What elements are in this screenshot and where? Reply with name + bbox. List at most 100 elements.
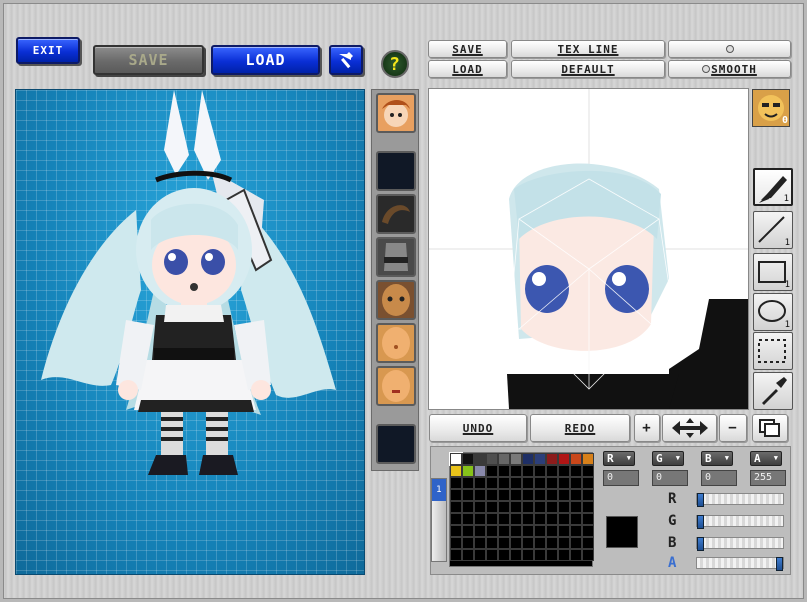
palette-cell[interactable] — [498, 501, 510, 513]
palette-cell[interactable] — [570, 465, 582, 477]
g-channel-select[interactable]: G ▼ — [652, 451, 684, 466]
palette-cell[interactable] — [474, 489, 486, 501]
palette-cell[interactable] — [558, 501, 570, 513]
palette-cell[interactable] — [582, 513, 594, 525]
part-slot-empty-2[interactable] — [376, 424, 416, 464]
palette-cell[interactable] — [498, 549, 510, 561]
palette-cell[interactable] — [462, 465, 474, 477]
r-slider-track[interactable] — [696, 493, 784, 507]
eyedropper-tool[interactable] — [753, 372, 793, 410]
palette-cell[interactable] — [450, 513, 462, 525]
palette-cell[interactable] — [558, 453, 570, 465]
palette-cell[interactable] — [450, 549, 462, 561]
part-hair[interactable] — [376, 194, 416, 234]
palette-cell[interactable] — [570, 453, 582, 465]
a-slider[interactable]: A — [668, 555, 784, 571]
select-tool[interactable] — [753, 332, 793, 370]
palette-cell[interactable] — [582, 477, 594, 489]
palette-cell[interactable] — [534, 453, 546, 465]
r-channel-select[interactable]: R ▼ — [603, 451, 635, 466]
palette-cell[interactable] — [558, 465, 570, 477]
palette-cell[interactable] — [462, 513, 474, 525]
palette-cell[interactable] — [474, 549, 486, 561]
tex-line-toggle[interactable] — [668, 40, 791, 58]
palette-cell[interactable] — [474, 513, 486, 525]
palette-cell[interactable] — [522, 537, 534, 549]
palette-cell[interactable] — [558, 525, 570, 537]
palette-cell[interactable] — [450, 477, 462, 489]
palette-cell[interactable] — [510, 477, 522, 489]
part-outfit[interactable] — [376, 237, 416, 277]
palette-cell[interactable] — [534, 477, 546, 489]
palette-cell[interactable] — [510, 549, 522, 561]
undo-button[interactable]: UNDO — [429, 414, 527, 442]
palette-cell[interactable] — [450, 525, 462, 537]
palette-cell[interactable] — [498, 513, 510, 525]
pan-button[interactable] — [662, 414, 717, 442]
model-viewport[interactable] — [15, 89, 365, 575]
part-face-b[interactable] — [376, 323, 416, 363]
palette-cell[interactable] — [522, 549, 534, 561]
palette-cell[interactable] — [510, 501, 522, 513]
palette-cell[interactable] — [534, 549, 546, 561]
palette-cell[interactable] — [462, 477, 474, 489]
part-face-c[interactable] — [376, 366, 416, 406]
palette-cell[interactable] — [510, 465, 522, 477]
palette-cell[interactable] — [522, 489, 534, 501]
palette-cell[interactable] — [486, 549, 498, 561]
g-slider-track[interactable] — [696, 515, 784, 529]
palette-cell[interactable] — [474, 501, 486, 513]
palette-cell[interactable] — [510, 453, 522, 465]
palette-cell[interactable] — [522, 477, 534, 489]
palette-cell[interactable] — [498, 477, 510, 489]
palette-cell[interactable] — [570, 525, 582, 537]
ellipse-tool[interactable]: 1 — [753, 293, 793, 331]
palette-cell[interactable] — [546, 453, 558, 465]
palette-cell[interactable] — [546, 477, 558, 489]
palette-cell[interactable] — [534, 465, 546, 477]
b-slider[interactable]: B — [668, 535, 784, 551]
palette-tab-1[interactable]: 1 — [432, 479, 446, 501]
zoom-in-button[interactable]: + — [634, 414, 660, 442]
smooth-toggle[interactable]: SMOOTH — [668, 60, 791, 78]
palette-cell[interactable] — [522, 525, 534, 537]
palette-cell[interactable] — [534, 525, 546, 537]
palette-cell[interactable] — [582, 465, 594, 477]
palette-cell[interactable] — [582, 537, 594, 549]
r-value-field[interactable]: 0 — [603, 470, 639, 486]
g-value-field[interactable]: 0 — [652, 470, 688, 486]
palette-cell[interactable] — [486, 501, 498, 513]
redo-button[interactable]: REDO — [530, 414, 630, 442]
face-slot-button[interactable]: 0 — [752, 89, 790, 127]
palette-cell[interactable] — [582, 489, 594, 501]
palette-cell[interactable] — [474, 537, 486, 549]
tex-load-button[interactable]: LOAD — [428, 60, 507, 78]
palette-cell[interactable] — [546, 549, 558, 561]
palette-cell[interactable] — [450, 489, 462, 501]
palette-cell[interactable] — [582, 525, 594, 537]
part-face-preview[interactable] — [376, 93, 416, 133]
palette-cell[interactable] — [570, 501, 582, 513]
palette-cell[interactable] — [546, 525, 558, 537]
palette-cell[interactable] — [486, 465, 498, 477]
tex-save-button[interactable]: SAVE — [428, 40, 507, 58]
palette-cell[interactable] — [558, 477, 570, 489]
palette-cell[interactable] — [534, 513, 546, 525]
tex-line-button[interactable]: TEX LINE — [511, 40, 665, 58]
g-slider[interactable]: G — [668, 513, 784, 529]
palette-cell[interactable] — [570, 537, 582, 549]
palette-cell[interactable] — [558, 537, 570, 549]
exit-button[interactable]: EXIT — [16, 37, 80, 64]
palette-cell[interactable] — [474, 477, 486, 489]
palette-cell[interactable] — [522, 453, 534, 465]
palette-cell[interactable] — [498, 525, 510, 537]
palette-cell[interactable] — [534, 537, 546, 549]
palette-cell[interactable] — [474, 465, 486, 477]
palette-cell[interactable] — [486, 525, 498, 537]
default-button[interactable]: DEFAULT — [511, 60, 665, 78]
r-slider-thumb[interactable] — [697, 493, 704, 507]
b-slider-track[interactable] — [696, 537, 784, 551]
a-channel-select[interactable]: A ▼ — [750, 451, 782, 466]
brush-tool[interactable]: 1 — [753, 168, 793, 206]
palette-cell[interactable] — [498, 537, 510, 549]
